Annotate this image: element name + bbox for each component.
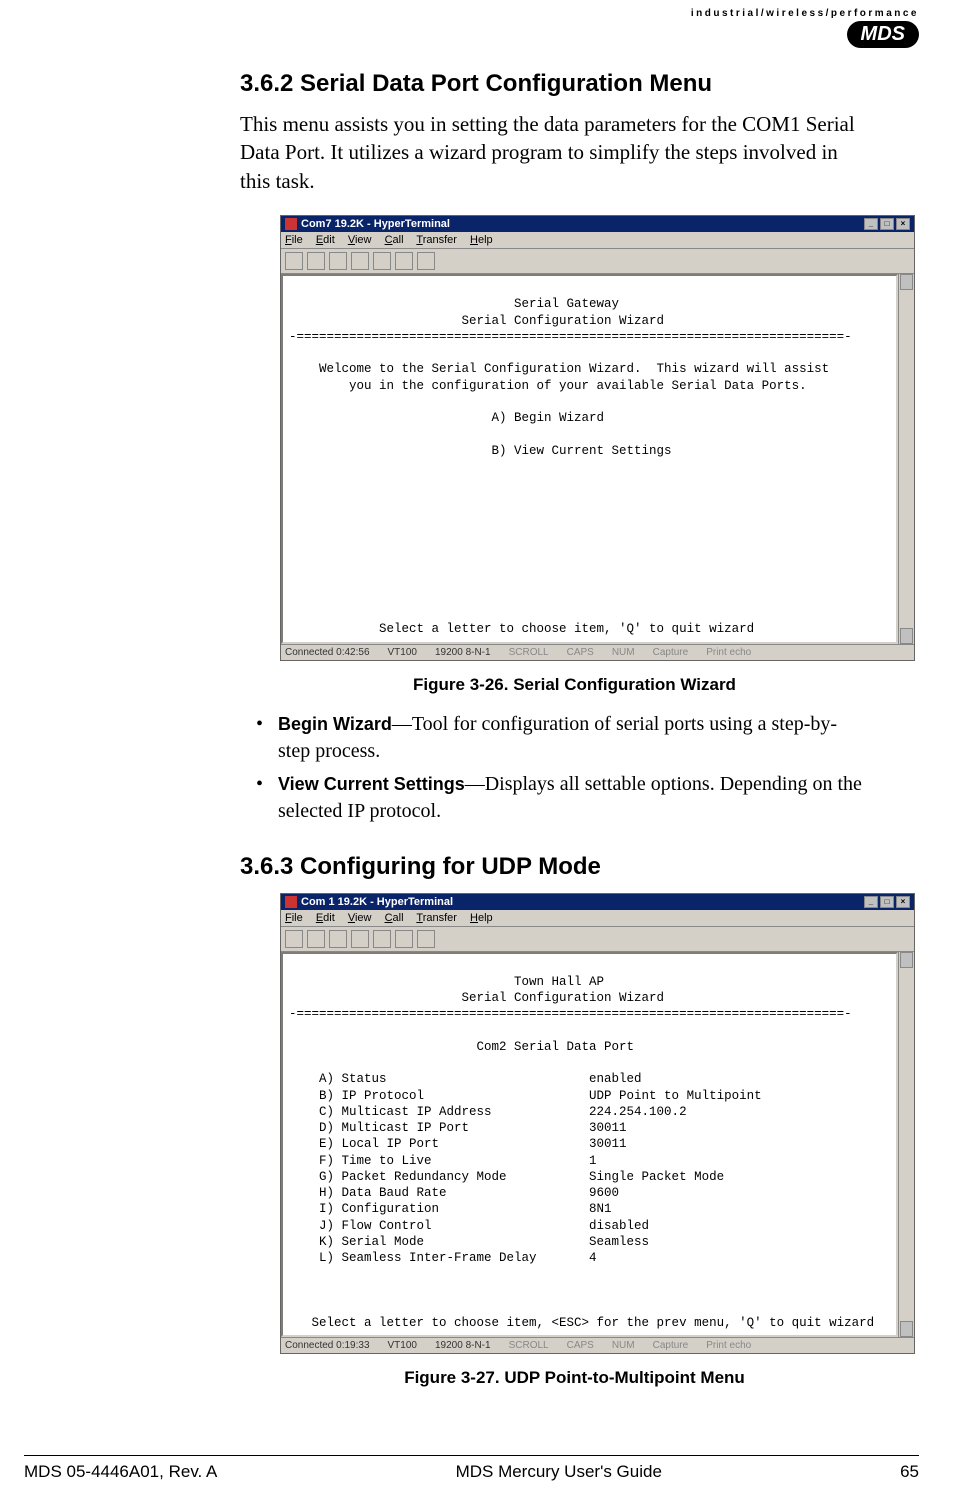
status-printecho: Print echo	[706, 647, 751, 658]
window-title: Com7 19.2K - HyperTerminal	[301, 218, 450, 230]
toolbar-call-icon[interactable]	[329, 252, 347, 270]
app-icon	[285, 218, 297, 230]
figure-27-caption: Figure 3-27. UDP Point-to-Multipoint Men…	[280, 1368, 869, 1388]
header-branding: industrial/wireless/performance MDS	[691, 8, 919, 48]
window-statusbar: Connected 0:19:33 VT100 19200 8-N-1 SCRO…	[281, 1337, 914, 1353]
window-menubar: File Edit View Call Transfer Help	[281, 232, 914, 249]
status-connected: Connected 0:42:56	[285, 647, 370, 658]
toolbar-hangup-icon[interactable]	[351, 252, 369, 270]
window-toolbar	[281, 249, 914, 274]
figure-26: Com7 19.2K - HyperTerminal _ □ × File Ed…	[280, 215, 869, 695]
menu-help[interactable]: Help	[470, 234, 493, 246]
footer-right: 65	[900, 1462, 919, 1482]
window-toolbar	[281, 927, 914, 952]
footer-center: MDS Mercury User's Guide	[456, 1462, 662, 1482]
bullet-term: Begin Wizard	[278, 714, 392, 734]
status-scroll: SCROLL	[509, 647, 549, 658]
toolbar-new-icon[interactable]	[285, 252, 303, 270]
status-capture: Capture	[653, 647, 689, 658]
toolbar-props-icon[interactable]	[417, 252, 435, 270]
toolbar-receive-icon[interactable]	[395, 252, 413, 270]
content-column: 3.6.2 Serial Data Port Configuration Men…	[60, 0, 919, 1388]
toolbar-hangup-icon[interactable]	[351, 930, 369, 948]
menu-transfer[interactable]: Transfer	[416, 234, 457, 246]
status-num: NUM	[612, 647, 635, 658]
status-settings: 19200 8-N-1	[435, 1340, 491, 1351]
figure-27: Com 1 19.2K - HyperTerminal _ □ × File E…	[280, 893, 869, 1389]
footer-left: MDS 05-4446A01, Rev. A	[24, 1462, 217, 1482]
hyperterminal-window-1: Com7 19.2K - HyperTerminal _ □ × File Ed…	[280, 215, 915, 661]
menu-help[interactable]: Help	[470, 912, 493, 924]
bullet-list: Begin Wizard—Tool for configuration of s…	[240, 711, 869, 825]
window-titlebar: Com7 19.2K - HyperTerminal _ □ ×	[281, 216, 914, 232]
menu-call[interactable]: Call	[385, 234, 404, 246]
menu-view[interactable]: View	[348, 912, 372, 924]
status-settings: 19200 8-N-1	[435, 647, 491, 658]
bullet-view-settings: View Current Settings—Displays all setta…	[278, 771, 869, 825]
status-emulation: VT100	[388, 1340, 417, 1351]
status-capture: Capture	[653, 1340, 689, 1351]
header-tagline: industrial/wireless/performance	[691, 8, 919, 19]
hyperterminal-window-2: Com 1 19.2K - HyperTerminal _ □ × File E…	[280, 893, 915, 1355]
menu-file[interactable]: File	[285, 234, 303, 246]
terminal-body: Town Hall AP Serial Configuration Wizard…	[281, 952, 898, 1338]
toolbar-send-icon[interactable]	[373, 252, 391, 270]
figure-26-caption: Figure 3-26. Serial Configuration Wizard	[280, 675, 869, 695]
close-icon[interactable]: ×	[896, 218, 910, 230]
window-titlebar: Com 1 19.2K - HyperTerminal _ □ ×	[281, 894, 914, 910]
window-menubar: File Edit View Call Transfer Help	[281, 910, 914, 927]
window-buttons: _ □ ×	[864, 896, 910, 908]
menu-file[interactable]: File	[285, 912, 303, 924]
heading-3-6-3: 3.6.3 Configuring for UDP Mode	[240, 853, 869, 881]
status-caps: CAPS	[567, 647, 594, 658]
menu-call[interactable]: Call	[385, 912, 404, 924]
app-icon	[285, 896, 297, 908]
window-buttons: _ □ ×	[864, 218, 910, 230]
bullet-term: View Current Settings	[278, 774, 465, 794]
status-scroll: SCROLL	[509, 1340, 549, 1351]
maximize-icon[interactable]: □	[880, 896, 894, 908]
bullet-begin-wizard: Begin Wizard—Tool for configuration of s…	[278, 711, 869, 765]
toolbar-open-icon[interactable]	[307, 252, 325, 270]
maximize-icon[interactable]: □	[880, 218, 894, 230]
scrollbar[interactable]	[898, 274, 914, 644]
heading-3-6-2: 3.6.2 Serial Data Port Configuration Men…	[240, 70, 869, 98]
close-icon[interactable]: ×	[896, 896, 910, 908]
menu-view[interactable]: View	[348, 234, 372, 246]
terminal-body: Serial Gateway Serial Configuration Wiza…	[281, 274, 898, 644]
menu-edit[interactable]: Edit	[316, 234, 335, 246]
status-connected: Connected 0:19:33	[285, 1340, 370, 1351]
window-statusbar: Connected 0:42:56 VT100 19200 8-N-1 SCRO…	[281, 644, 914, 660]
status-num: NUM	[612, 1340, 635, 1351]
toolbar-open-icon[interactable]	[307, 930, 325, 948]
status-printecho: Print echo	[706, 1340, 751, 1351]
toolbar-props-icon[interactable]	[417, 930, 435, 948]
toolbar-receive-icon[interactable]	[395, 930, 413, 948]
menu-transfer[interactable]: Transfer	[416, 912, 457, 924]
scrollbar[interactable]	[898, 952, 914, 1338]
toolbar-call-icon[interactable]	[329, 930, 347, 948]
intro-paragraph: This menu assists you in setting the dat…	[240, 110, 869, 195]
mds-logo: MDS	[847, 21, 919, 48]
page: industrial/wireless/performance MDS 3.6.…	[0, 0, 979, 1504]
window-title: Com 1 19.2K - HyperTerminal	[301, 896, 453, 908]
page-footer: MDS 05-4446A01, Rev. A MDS Mercury User'…	[24, 1455, 919, 1482]
status-caps: CAPS	[567, 1340, 594, 1351]
toolbar-send-icon[interactable]	[373, 930, 391, 948]
status-emulation: VT100	[388, 647, 417, 658]
minimize-icon[interactable]: _	[864, 218, 878, 230]
toolbar-new-icon[interactable]	[285, 930, 303, 948]
minimize-icon[interactable]: _	[864, 896, 878, 908]
menu-edit[interactable]: Edit	[316, 912, 335, 924]
